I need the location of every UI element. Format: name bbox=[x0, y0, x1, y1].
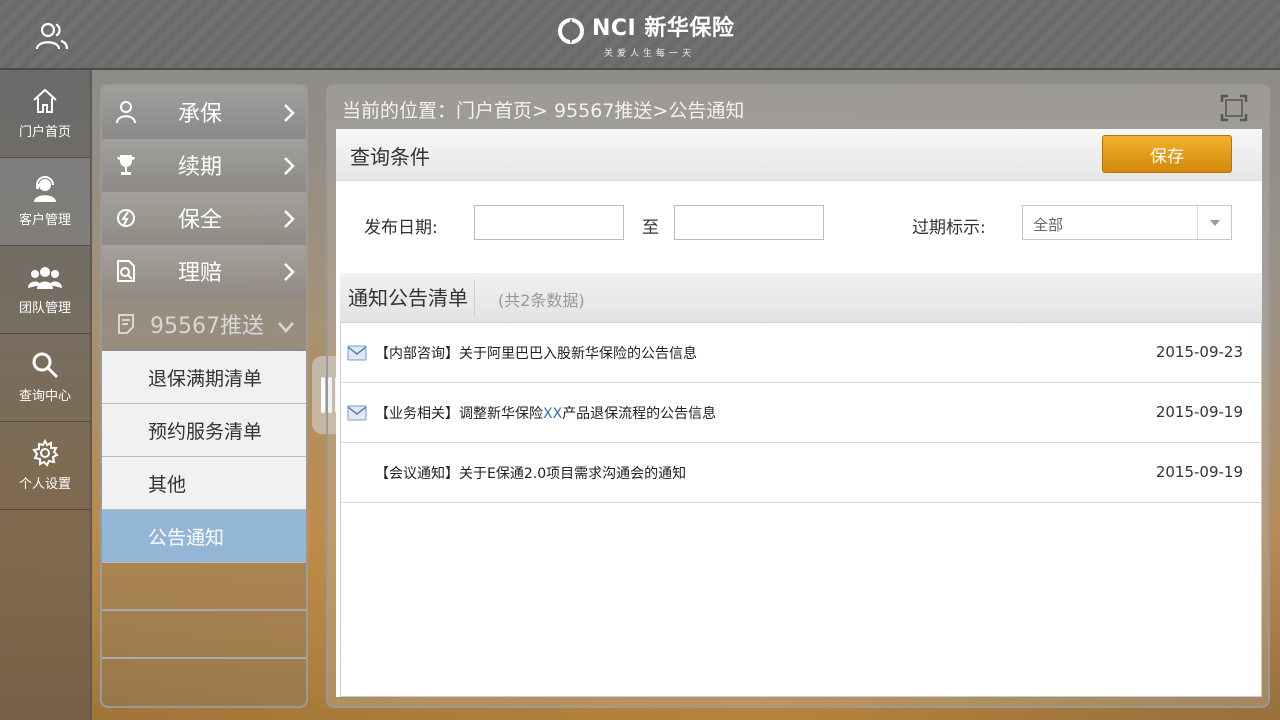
brand-slogan: 关爱人生每一天 bbox=[604, 49, 696, 59]
notice-list-title: 通知公告清单 bbox=[348, 279, 475, 317]
menu-empty-slot bbox=[102, 611, 306, 659]
subitem-announcements[interactable]: 公告通知 bbox=[102, 510, 306, 563]
notice-date: 2015-09-23 bbox=[1155, 343, 1243, 361]
nav-item-search[interactable]: 查询中心 bbox=[0, 334, 90, 422]
breadcrumb: 当前的位置：门户首页> 95567推送>公告通知 bbox=[342, 100, 745, 122]
nav-item-customer[interactable]: 客户管理 bbox=[0, 158, 90, 246]
notice-list-count: (共2条数据) bbox=[498, 291, 585, 310]
end-date-input[interactable] bbox=[674, 205, 824, 240]
list-item[interactable]: 【会议通知】关于E保通2.0项目需求沟通会的通知 2015-09-19 bbox=[341, 443, 1261, 503]
person-icon bbox=[116, 100, 136, 123]
subitem-other[interactable]: 其他 bbox=[102, 457, 306, 510]
caret-down-icon bbox=[1209, 219, 1220, 226]
date-range-to-label: 至 bbox=[642, 218, 659, 238]
menu-item-underwriting[interactable]: 承保 bbox=[102, 86, 306, 139]
notice-list-header: 通知公告清单 (共2条数据) bbox=[340, 273, 1262, 323]
home-icon bbox=[33, 88, 57, 113]
notice-list: 【内部咨询】关于阿里巴巴入股新华保险的公告信息 2015-09-23 【业务相关… bbox=[340, 323, 1262, 697]
subitem-surrender-expiry-list[interactable]: 退保满期清单 bbox=[102, 351, 306, 404]
customer-service-icon bbox=[34, 176, 56, 202]
query-title: 查询条件 bbox=[350, 145, 430, 169]
save-button[interactable]: 保存 bbox=[1102, 135, 1232, 173]
fullscreen-icon[interactable] bbox=[1220, 94, 1248, 122]
menu-item-label: 95567推送 bbox=[150, 313, 264, 339]
menu-item-label: 续期 bbox=[178, 154, 223, 180]
nav-item-label: 客户管理 bbox=[18, 213, 71, 228]
content-area: 查询条件 保存 发布日期: 至 过期标示: 全部 通知公告清单 (共2条数据) … bbox=[336, 129, 1262, 697]
menu-item-renewal[interactable]: 续期 bbox=[102, 139, 306, 192]
nci-logo: NCI 新华保险 关爱人生每一天 bbox=[556, 14, 734, 60]
trophy-icon bbox=[117, 154, 135, 175]
menu-item-95567-push[interactable]: 95567推送 bbox=[102, 298, 306, 351]
notice-title: 【内部咨询】关于阿里巴巴入股新华保险的公告信息 bbox=[375, 346, 697, 362]
notice-date: 2015-09-19 bbox=[1155, 463, 1243, 481]
user-profile-button[interactable] bbox=[30, 18, 74, 54]
chevron-right-icon bbox=[284, 263, 295, 281]
query-header: 查询条件 保存 bbox=[336, 129, 1262, 181]
start-date-input[interactable] bbox=[474, 205, 624, 240]
menu-item-preservation[interactable]: 保全 bbox=[102, 192, 306, 245]
menu-item-label: 承保 bbox=[178, 101, 223, 127]
chevron-right-icon bbox=[284, 210, 295, 228]
business-menu: 承保 续期 保全 理赔 95567推送 退保满期清单 预约服务清单 其他 公告通… bbox=[100, 84, 308, 708]
publish-date-label: 发布日期: bbox=[364, 218, 438, 238]
top-bar: NCI 新华保险 关爱人生每一天 bbox=[0, 0, 1280, 70]
main-panel: 当前的位置：门户首页> 95567推送>公告通知 查询条件 保存 发布日期: 至… bbox=[326, 84, 1270, 708]
mail-icon bbox=[347, 405, 367, 421]
menu-item-label: 保全 bbox=[178, 207, 223, 233]
expire-flag-label: 过期标示: bbox=[912, 218, 986, 238]
expire-flag-value: 全部 bbox=[1033, 216, 1064, 234]
nav-item-label: 团队管理 bbox=[18, 301, 71, 316]
expire-flag-select[interactable]: 全部 bbox=[1022, 205, 1232, 240]
nci-logo-mark-icon bbox=[558, 18, 584, 44]
query-form: 发布日期: 至 过期标示: 全部 bbox=[336, 181, 1262, 273]
gear-icon bbox=[32, 439, 59, 467]
mail-icon bbox=[347, 345, 367, 361]
menu-item-claims[interactable]: 理赔 bbox=[102, 245, 306, 298]
search-icon bbox=[32, 352, 59, 379]
team-icon bbox=[28, 267, 62, 289]
chevron-right-icon bbox=[284, 157, 295, 175]
nav-item-home[interactable]: 门户首页 bbox=[0, 70, 90, 158]
nav-item-label: 门户首页 bbox=[18, 125, 71, 140]
shield-icon bbox=[117, 208, 135, 227]
notice-date: 2015-09-19 bbox=[1155, 403, 1243, 421]
notice-title: 【业务相关】调整新华保险XX产品退保流程的公告信息 bbox=[375, 406, 717, 422]
notepad-icon bbox=[118, 313, 134, 334]
list-item[interactable]: 【业务相关】调整新华保险XX产品退保流程的公告信息 2015-09-19 bbox=[341, 383, 1261, 443]
nav-item-team[interactable]: 团队管理 bbox=[0, 246, 90, 334]
document-search-icon bbox=[117, 259, 135, 282]
nav-item-settings[interactable]: 个人设置 bbox=[0, 422, 90, 510]
notice-title: 【会议通知】关于E保通2.0项目需求沟通会的通知 bbox=[375, 466, 687, 482]
menu-item-label: 理赔 bbox=[178, 260, 223, 286]
subitem-appointment-service-list[interactable]: 预约服务清单 bbox=[102, 404, 306, 457]
users-icon bbox=[35, 22, 69, 50]
chevron-right-icon bbox=[284, 104, 295, 122]
chevron-down-icon bbox=[278, 322, 294, 333]
nav-item-label: 个人设置 bbox=[18, 477, 71, 492]
list-item[interactable]: 【内部咨询】关于阿里巴巴入股新华保险的公告信息 2015-09-23 bbox=[341, 323, 1261, 383]
left-nav: 门户首页 客户管理 团队管理 查询中心 个人设置 bbox=[0, 70, 92, 720]
nav-item-label: 查询中心 bbox=[18, 389, 71, 404]
menu-empty-slot bbox=[102, 563, 306, 611]
brand-name: NCI 新华保险 bbox=[592, 16, 735, 41]
